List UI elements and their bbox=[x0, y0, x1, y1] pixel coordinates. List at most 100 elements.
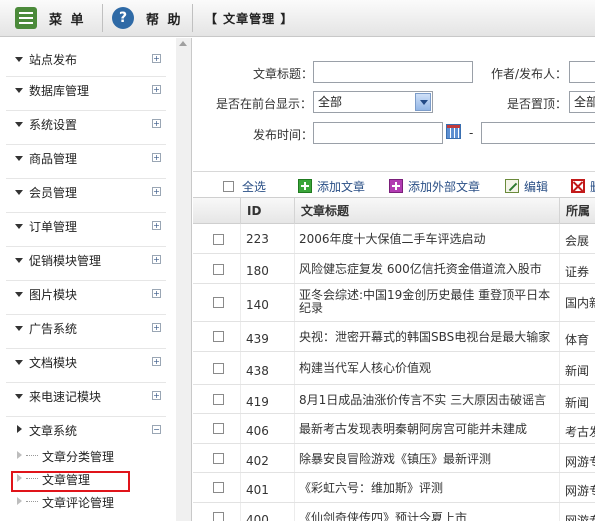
row-checkbox[interactable] bbox=[213, 264, 224, 275]
chevron-down-icon[interactable] bbox=[415, 93, 431, 111]
highlight-box bbox=[11, 471, 130, 492]
help-button[interactable]: ? 帮 助 bbox=[112, 5, 190, 31]
table-row[interactable]: 180 风险健忘症复发 600亿信托资金借道流入股市 证券 bbox=[193, 254, 595, 284]
calendar-icon[interactable] bbox=[446, 124, 461, 139]
add-icon bbox=[298, 179, 312, 193]
row-title[interactable]: 风险健忘症复发 600亿信托资金借道流入股市 bbox=[299, 263, 561, 276]
delete-button[interactable]: 删 bbox=[571, 177, 595, 195]
row-category: 网游专 bbox=[565, 484, 595, 498]
tree-line bbox=[26, 455, 38, 456]
edit-button[interactable]: 编辑 bbox=[505, 177, 548, 195]
menu-icon bbox=[15, 7, 37, 29]
title-filter-input[interactable] bbox=[313, 61, 473, 83]
table-row[interactable]: 401 《彩虹六号：维加斯》评测 网游专 bbox=[193, 473, 595, 503]
sidebar-item-members[interactable]: 会员管理 + bbox=[4, 179, 169, 205]
row-title[interactable]: 除暴安良冒险游戏《镇压》最新评测 bbox=[299, 453, 561, 466]
author-filter-input[interactable] bbox=[569, 61, 595, 83]
sidebar-item-article-system[interactable]: 文章系统 − bbox=[4, 417, 169, 443]
row-title[interactable]: 8月1日成品油涨价传言不实 三大原因击破谣言 bbox=[299, 394, 561, 407]
expand-icon[interactable]: + bbox=[152, 153, 161, 162]
row-checkbox[interactable] bbox=[213, 297, 224, 308]
sidebar-item-call-notes[interactable]: 来电速记模块 + bbox=[4, 383, 169, 409]
table-header: ID 文章标题 所属 bbox=[193, 197, 595, 225]
tree-line bbox=[26, 501, 38, 502]
row-checkbox[interactable] bbox=[213, 394, 224, 405]
checkbox[interactable] bbox=[223, 180, 234, 192]
row-checkbox[interactable] bbox=[213, 234, 224, 245]
expand-icon[interactable]: + bbox=[152, 187, 161, 196]
chevron-down-icon bbox=[15, 360, 23, 365]
sidebar-subitem-article-categories[interactable]: 文章分类管理 bbox=[14, 445, 174, 465]
row-title[interactable]: 央视：泄密开幕式的韩国SBS电视台是最大输家 bbox=[299, 331, 561, 344]
sidebar-item-images[interactable]: 图片模块 + bbox=[4, 281, 169, 307]
add-external-article-button[interactable]: 添加外部文章 bbox=[389, 177, 480, 195]
row-checkbox[interactable] bbox=[213, 482, 224, 493]
add-article-button[interactable]: 添加文章 bbox=[298, 177, 365, 195]
row-checkbox[interactable] bbox=[213, 512, 224, 521]
row-title[interactable]: 最新考古发现表明秦朝阿房宫可能并未建成 bbox=[299, 423, 561, 436]
table-row[interactable]: 439 央视：泄密开幕式的韩国SBS电视台是最大输家 体育 bbox=[193, 322, 595, 352]
expand-icon[interactable]: + bbox=[152, 119, 161, 128]
table-row[interactable]: 400 《仙剑奇侠传四》预计今夏上市 网游专 bbox=[193, 503, 595, 521]
sidebar-item-ads[interactable]: 广告系统 + bbox=[4, 315, 169, 341]
row-checkbox[interactable] bbox=[213, 453, 224, 464]
chevron-down-icon bbox=[15, 156, 23, 161]
sidebar-subitem-label: 文章评论管理 bbox=[42, 496, 115, 510]
divider bbox=[192, 4, 193, 32]
start-date-input[interactable] bbox=[313, 122, 443, 144]
table-row[interactable]: 438 构建当代军人核心价值观 新闻 bbox=[193, 352, 595, 385]
row-checkbox[interactable] bbox=[213, 423, 224, 434]
column-header-id[interactable]: ID bbox=[240, 198, 294, 225]
collapse-icon[interactable]: − bbox=[152, 425, 161, 434]
sidebar-item-site-publish[interactable]: 站点发布 + bbox=[4, 46, 169, 72]
chevron-right-icon bbox=[17, 425, 22, 433]
sidebar-item-products[interactable]: 商品管理 + bbox=[4, 145, 169, 171]
expand-icon[interactable]: + bbox=[152, 323, 161, 332]
sidebar-item-orders[interactable]: 订单管理 + bbox=[4, 213, 169, 239]
end-date-input[interactable] bbox=[481, 122, 595, 144]
table-row[interactable]: 223 2006年度十大保值二手车评选启动 会展 bbox=[193, 224, 595, 254]
expand-icon[interactable]: + bbox=[152, 221, 161, 230]
table-row[interactable]: 406 最新考古发现表明秦朝阿房宫可能并未建成 考古发 bbox=[193, 414, 595, 444]
expand-icon[interactable]: + bbox=[152, 289, 161, 298]
top-filter-label: 是否置顶： bbox=[507, 97, 568, 111]
delete-label: 删 bbox=[590, 178, 595, 195]
sidebar-item-database[interactable]: 数据库管理 + bbox=[4, 77, 169, 103]
row-checkbox[interactable] bbox=[213, 363, 224, 374]
row-title[interactable]: 《彩虹六号：维加斯》评测 bbox=[299, 482, 561, 495]
table-row[interactable]: 140 亚冬会综述:中国19金创历史最佳 重登顶平日本纪录 国内新 bbox=[193, 284, 595, 322]
row-title[interactable]: 《仙剑奇侠传四》预计今夏上市 bbox=[299, 512, 561, 521]
column-header-title[interactable]: 文章标题 bbox=[294, 198, 559, 225]
sidebar-item-label: 订单管理 bbox=[29, 220, 78, 234]
table-row[interactable]: 419 8月1日成品油涨价传言不实 三大原因击破谣言 新闻 bbox=[193, 385, 595, 414]
sidebar-item-documents[interactable]: 文档模块 + bbox=[4, 349, 169, 375]
menu-label: 菜 单 bbox=[49, 12, 86, 28]
sidebar-item-label: 系统设置 bbox=[29, 118, 78, 132]
sidebar-item-system-settings[interactable]: 系统设置 + bbox=[4, 111, 169, 137]
row-title[interactable]: 构建当代军人核心价值观 bbox=[299, 362, 561, 375]
page-title: 【 文章管理 】 bbox=[205, 12, 294, 26]
chevron-down-icon bbox=[15, 224, 23, 229]
expand-icon[interactable]: + bbox=[152, 85, 161, 94]
row-title[interactable]: 亚冬会综述:中国19金创历史最佳 重登顶平日本纪录 bbox=[299, 289, 561, 315]
sidebar-item-promotions[interactable]: 促销模块管理 + bbox=[4, 247, 169, 273]
table-row[interactable]: 402 除暴安良冒险游戏《镇压》最新评测 网游专 bbox=[193, 444, 595, 473]
expand-icon[interactable]: + bbox=[152, 255, 161, 264]
scroll-up-icon[interactable] bbox=[179, 41, 187, 46]
show-front-select[interactable]: 全部 bbox=[313, 91, 433, 113]
expand-icon[interactable]: + bbox=[152, 357, 161, 366]
top-filter-value: 全部 bbox=[574, 95, 595, 109]
select-all-button[interactable]: 全选 bbox=[223, 177, 266, 195]
row-checkbox[interactable] bbox=[213, 331, 224, 342]
expand-icon[interactable]: + bbox=[152, 391, 161, 400]
row-title[interactable]: 2006年度十大保值二手车评选启动 bbox=[299, 233, 561, 246]
sidebar-scrollbar[interactable] bbox=[176, 38, 191, 521]
edit-icon bbox=[505, 179, 519, 193]
row-category: 网游专 bbox=[565, 514, 595, 521]
top-filter-select[interactable]: 全部 bbox=[569, 91, 595, 113]
expand-icon[interactable]: + bbox=[152, 54, 161, 63]
menu-button[interactable]: 菜 单 bbox=[15, 5, 100, 31]
sidebar-subitem-article-comments[interactable]: 文章评论管理 bbox=[14, 491, 174, 511]
column-header-category[interactable]: 所属 bbox=[559, 198, 595, 225]
row-id: 400 bbox=[246, 513, 269, 521]
